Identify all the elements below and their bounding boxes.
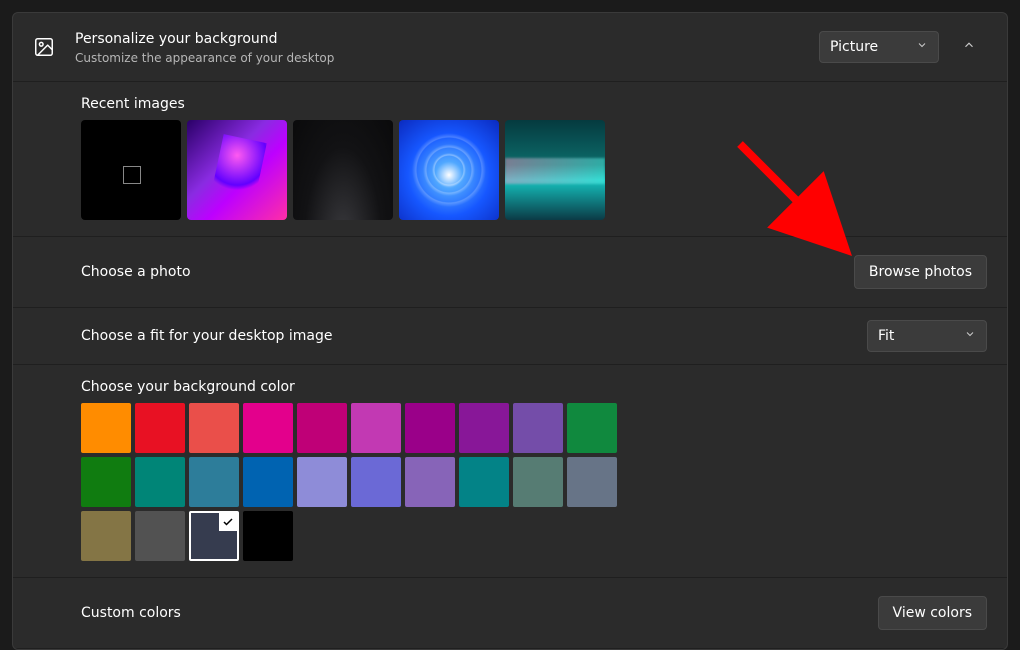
- chevron-up-icon: [962, 38, 976, 56]
- color-swatch[interactable]: [459, 403, 509, 453]
- recent-image-thumb[interactable]: [399, 120, 499, 220]
- check-icon: [219, 513, 237, 531]
- color-swatch[interactable]: [567, 457, 617, 507]
- fit-select[interactable]: Fit: [867, 320, 987, 352]
- recent-image-thumb[interactable]: [81, 120, 181, 220]
- background-mode-value: Picture: [830, 39, 878, 55]
- recent-image-thumb[interactable]: [187, 120, 287, 220]
- bgcolor-label: Choose your background color: [81, 379, 1007, 395]
- card-title: Personalize your background: [75, 29, 819, 49]
- card-subtitle: Customize the appearance of your desktop: [75, 51, 819, 65]
- color-swatch[interactable]: [567, 403, 617, 453]
- browse-photos-button[interactable]: Browse photos: [854, 255, 987, 289]
- color-swatch[interactable]: [243, 403, 293, 453]
- collapse-button[interactable]: [951, 29, 987, 65]
- custom-colors-label: Custom colors: [81, 605, 878, 621]
- choose-photo-row: Choose a photo Browse photos: [13, 237, 1007, 308]
- color-swatch[interactable]: [189, 403, 239, 453]
- color-swatch[interactable]: [243, 457, 293, 507]
- color-swatch[interactable]: [297, 403, 347, 453]
- color-swatch[interactable]: [351, 457, 401, 507]
- fit-value: Fit: [878, 328, 894, 344]
- card-header: Personalize your background Customize th…: [13, 13, 1007, 82]
- color-swatch[interactable]: [135, 457, 185, 507]
- color-swatch[interactable]: [297, 457, 347, 507]
- color-swatch[interactable]: [81, 457, 131, 507]
- color-swatch[interactable]: [81, 403, 131, 453]
- background-settings-card: Personalize your background Customize th…: [12, 12, 1008, 650]
- view-colors-button[interactable]: View colors: [878, 596, 987, 630]
- color-swatch-grid: [81, 403, 621, 561]
- image-icon: [33, 36, 55, 58]
- background-mode-select[interactable]: Picture: [819, 31, 939, 63]
- choose-photo-label: Choose a photo: [81, 264, 854, 280]
- recent-image-thumb[interactable]: [505, 120, 605, 220]
- fit-label: Choose a fit for your desktop image: [81, 328, 867, 344]
- chevron-down-icon: [916, 39, 928, 55]
- recent-images-section: Recent images: [13, 82, 1007, 237]
- recent-images-list: [81, 120, 1007, 220]
- color-swatch[interactable]: [405, 403, 455, 453]
- color-swatch[interactable]: [189, 511, 239, 561]
- fit-row: Choose a fit for your desktop image Fit: [13, 308, 1007, 365]
- color-swatch[interactable]: [513, 457, 563, 507]
- color-swatch[interactable]: [189, 457, 239, 507]
- color-swatch[interactable]: [81, 511, 131, 561]
- color-swatch[interactable]: [405, 457, 455, 507]
- color-swatch[interactable]: [351, 403, 401, 453]
- bgcolor-section: Choose your background color: [13, 365, 1007, 578]
- color-swatch[interactable]: [513, 403, 563, 453]
- recent-images-label: Recent images: [81, 96, 1007, 112]
- color-swatch[interactable]: [243, 511, 293, 561]
- color-swatch[interactable]: [135, 403, 185, 453]
- chevron-down-icon: [964, 328, 976, 344]
- color-swatch[interactable]: [135, 511, 185, 561]
- color-swatch[interactable]: [459, 457, 509, 507]
- custom-colors-row: Custom colors View colors: [13, 578, 1007, 649]
- recent-image-thumb[interactable]: [293, 120, 393, 220]
